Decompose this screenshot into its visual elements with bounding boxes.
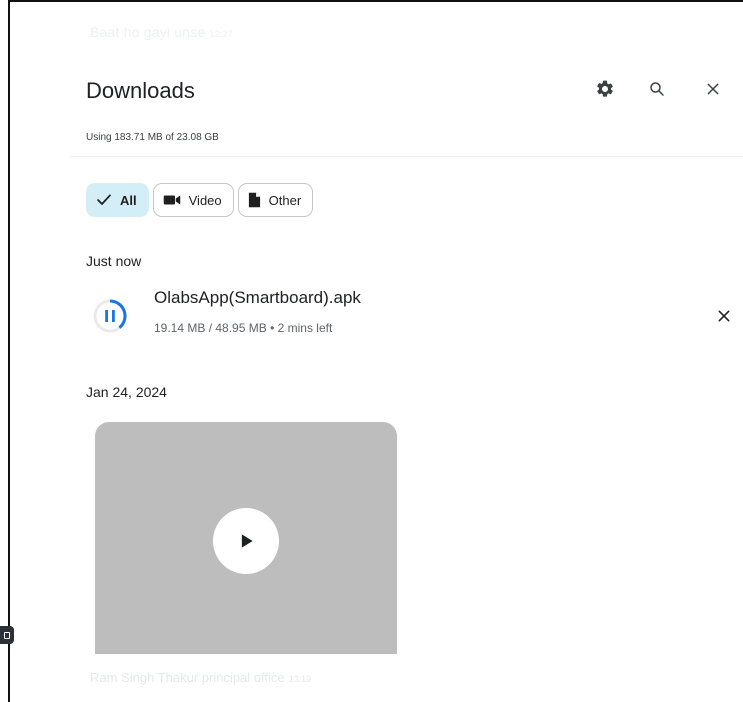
settings-button[interactable] [590,74,620,104]
pause-progress-icon[interactable] [90,296,130,336]
video-icon [163,195,180,205]
filter-chip-label: All [120,192,137,208]
file-icon [248,192,260,208]
download-item[interactable]: OlabsApp(Smartboard).apk 19.14 MB / 48.9… [88,286,738,342]
background-chat-message: Baat ho gayi unse 12:27 [90,24,234,40]
filter-chips: All Video Other [86,183,314,217]
header-divider [70,156,743,157]
storage-usage-text: Using 183.71 MB of 23.08 GB [86,132,219,143]
cancel-download-button[interactable] [710,302,738,330]
page-title: Downloads [86,78,195,103]
gear-icon [597,80,613,97]
check-icon [97,194,111,205]
downloads-window: Baat ho gayi unse 12:27 Downloads Using 1… [8,0,743,702]
filter-chip-all[interactable]: All [86,183,149,217]
side-app-icon[interactable] [0,626,14,644]
play-button[interactable] [213,508,279,574]
filter-chip-label: Other [268,192,302,208]
download-filename[interactable]: OlabsApp(Smartboard).apk [154,288,361,308]
section-heading: Jan 24, 2024 [86,384,167,400]
play-icon [241,534,253,548]
download-progress-text: 19.14 MB / 48.95 MB • 2 mins left [154,321,333,335]
section-heading: Just now [86,253,142,269]
filter-chip-other[interactable]: Other [237,183,314,217]
video-thumbnail[interactable] [95,422,397,654]
filter-chip-video[interactable]: Video [152,183,234,217]
close-button[interactable] [698,74,728,104]
search-button[interactable] [642,74,672,104]
close-icon [718,310,730,322]
background-chat-message: Ram Singh Thakur principal office 13:19 [90,670,312,685]
search-icon [650,82,664,96]
close-icon [707,83,719,95]
filter-chip-label: Video [188,192,222,208]
